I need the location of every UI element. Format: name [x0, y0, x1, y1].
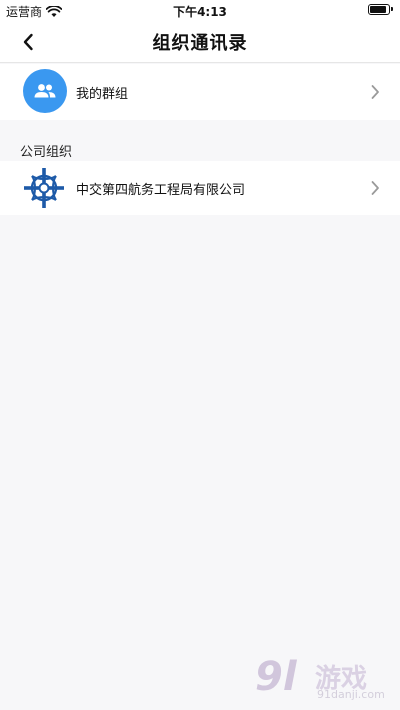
chevron-right-icon: [371, 181, 379, 195]
site-watermark: 9l 游戏 91danji.com: [255, 654, 390, 704]
navigation-bar: 组织通讯录: [0, 20, 400, 63]
page-title: 组织通讯录: [152, 33, 248, 54]
my-groups-row[interactable]: 我的群组: [0, 64, 400, 120]
group-avatar: [23, 69, 67, 113]
watermark-url: 91danji.com: [317, 688, 385, 701]
watermark-logo: 9l: [255, 654, 297, 700]
battery-icon: [368, 4, 393, 15]
people-group-icon: [34, 84, 56, 98]
section-header-company: 公司组织: [20, 145, 73, 160]
chevron-right-icon: [371, 85, 379, 99]
status-bar: 运营商 下午4:13: [0, 0, 400, 20]
company-name: 中交第四航务工程局有限公司: [76, 183, 246, 198]
battery-level: [370, 6, 386, 13]
my-groups-label: 我的群组: [76, 87, 129, 102]
company-row[interactable]: 中交第四航务工程局有限公司: [0, 161, 400, 215]
company-logo: [24, 168, 64, 208]
status-time: 下午4:13: [173, 5, 227, 19]
